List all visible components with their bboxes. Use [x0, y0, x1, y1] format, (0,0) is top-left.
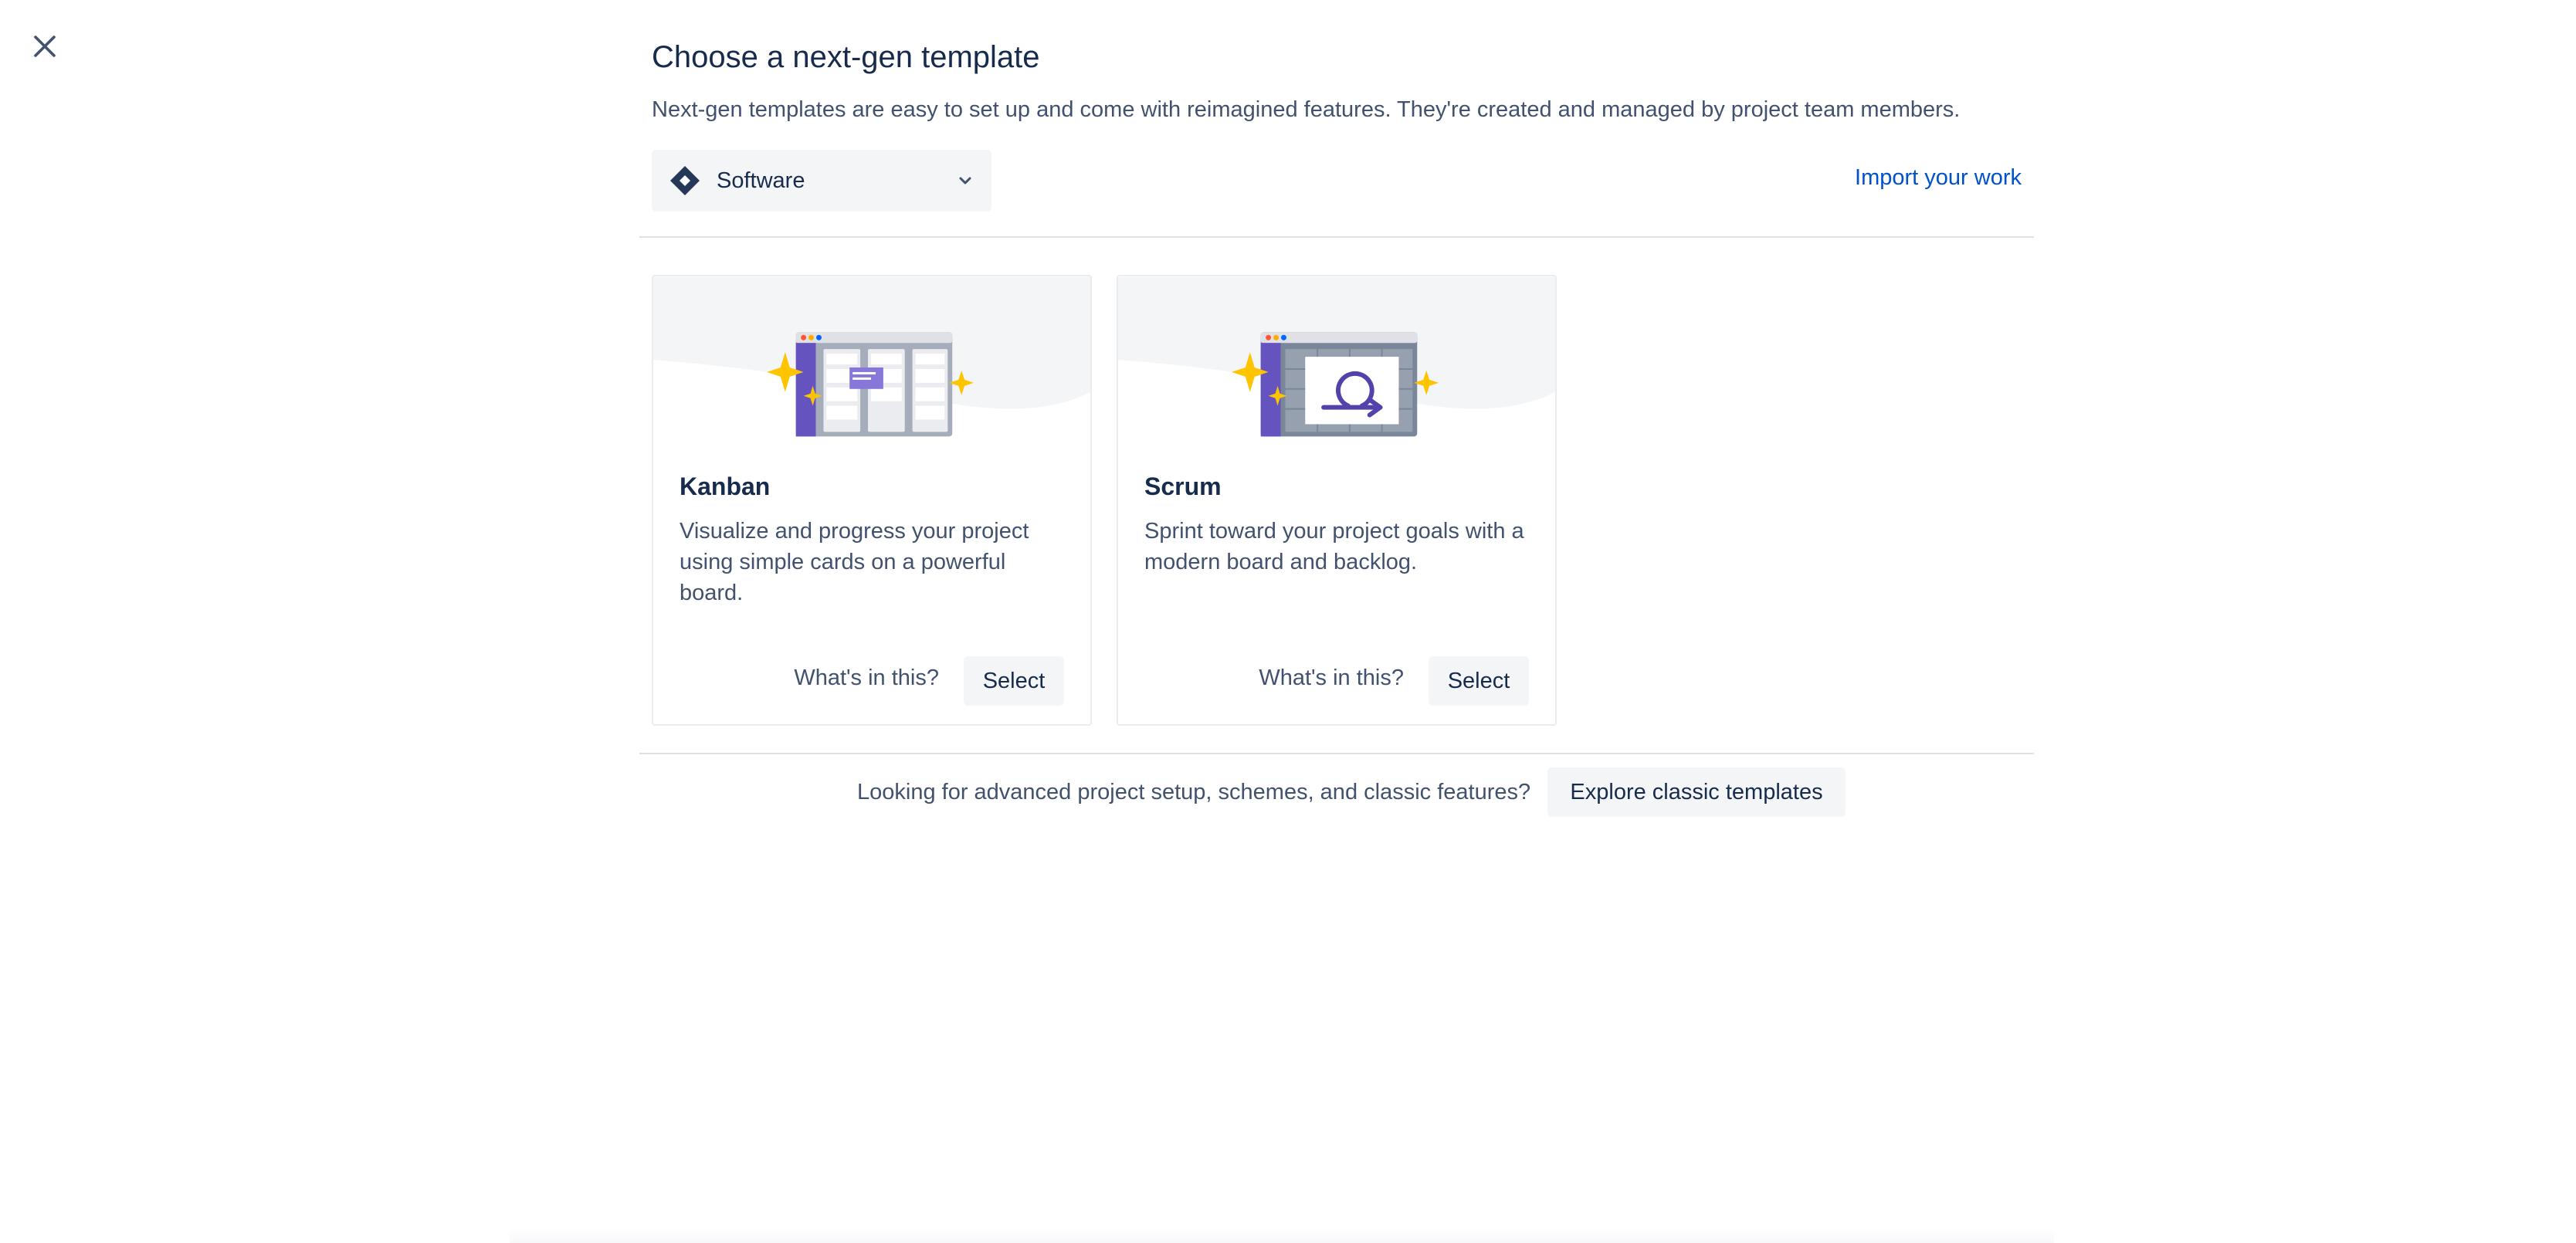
- template-card-kanban[interactable]: Kanban Visualize and progress your proje…: [652, 275, 1092, 726]
- bottom-shadow: [510, 1228, 2054, 1243]
- page-title: Choose a next-gen template: [652, 40, 1040, 74]
- chevron-down-icon: [959, 177, 971, 185]
- classic-features-prompt: Looking for advanced project setup, sche…: [857, 780, 1531, 804]
- template-title: Kanban: [680, 472, 771, 500]
- template-card-scrum[interactable]: Scrum Sprint toward your project goals w…: [1117, 275, 1557, 726]
- product-select[interactable]: Software: [652, 150, 991, 212]
- template-description: Sprint toward your project goals with a …: [1144, 519, 1524, 574]
- whats-in-this-button[interactable]: What's in this?: [1259, 666, 1404, 691]
- page-subtitle: Next-gen templates are easy to set up an…: [652, 97, 1961, 122]
- template-title: Scrum: [1144, 472, 1222, 500]
- product-select-value: Software: [717, 168, 805, 193]
- scrum-sprint-illustration: [1118, 276, 1555, 437]
- create-project-page: Choose a next-gen template Next-gen temp…: [0, 0, 2576, 1243]
- whats-in-this-button[interactable]: What's in this?: [794, 666, 939, 691]
- close-icon: [34, 36, 56, 57]
- import-work-link[interactable]: Import your work: [1855, 165, 2022, 191]
- select-kanban-button[interactable]: Select: [964, 656, 1064, 706]
- explore-classic-templates-button[interactable]: Explore classic templates: [1547, 767, 1846, 817]
- jira-software-icon: [670, 166, 700, 195]
- divider: [639, 236, 2034, 238]
- kanban-board-illustration: [653, 276, 1090, 437]
- template-description: Visualize and progress your project usin…: [680, 519, 1029, 605]
- divider: [639, 753, 2034, 754]
- close-button[interactable]: [25, 26, 65, 66]
- select-scrum-button[interactable]: Select: [1429, 656, 1529, 706]
